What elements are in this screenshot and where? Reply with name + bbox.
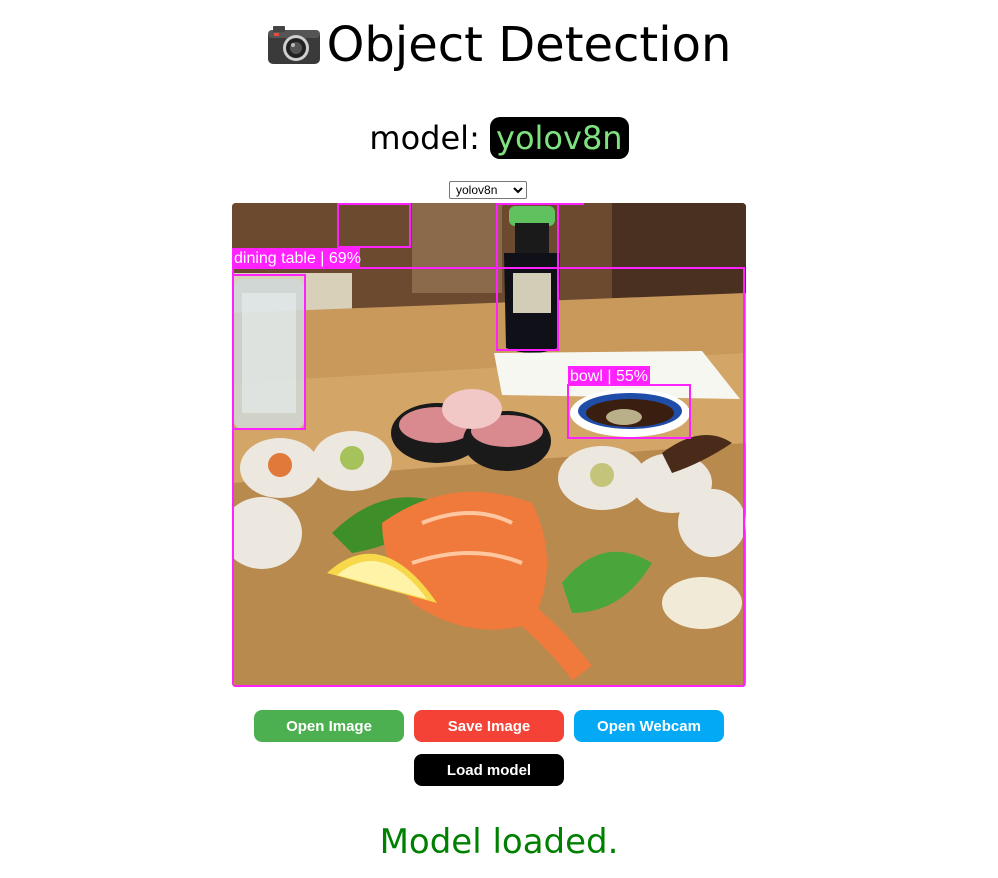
model-name-badge: yolov8n — [490, 117, 629, 159]
bbox-bowl-label: bowl | 55% — [570, 368, 648, 385]
model-select[interactable]: yolov8n — [449, 181, 527, 199]
page-title-text: Object Detection — [326, 17, 732, 73]
save-image-button[interactable]: Save Image — [414, 710, 564, 742]
load-model-button[interactable]: Load model — [414, 754, 564, 786]
detection-image: dining table | 69% bowl | 55% — [232, 203, 746, 687]
camera-icon — [267, 26, 320, 64]
open-image-button[interactable]: Open Image — [254, 710, 404, 742]
bbox-dining-table-label: dining table | 69% — [234, 250, 361, 267]
model-select-wrapper: yolov8n — [449, 179, 527, 199]
model-indicator: model: yolov8n — [0, 114, 998, 162]
open-webcam-button[interactable]: Open Webcam — [574, 710, 724, 742]
detection-canvas: dining table | 69% bowl | 55% — [232, 203, 746, 687]
page-title: Object Detection — [0, 14, 998, 76]
model-prefix: model: — [369, 119, 480, 157]
status-message: Model loaded. — [379, 822, 619, 862]
